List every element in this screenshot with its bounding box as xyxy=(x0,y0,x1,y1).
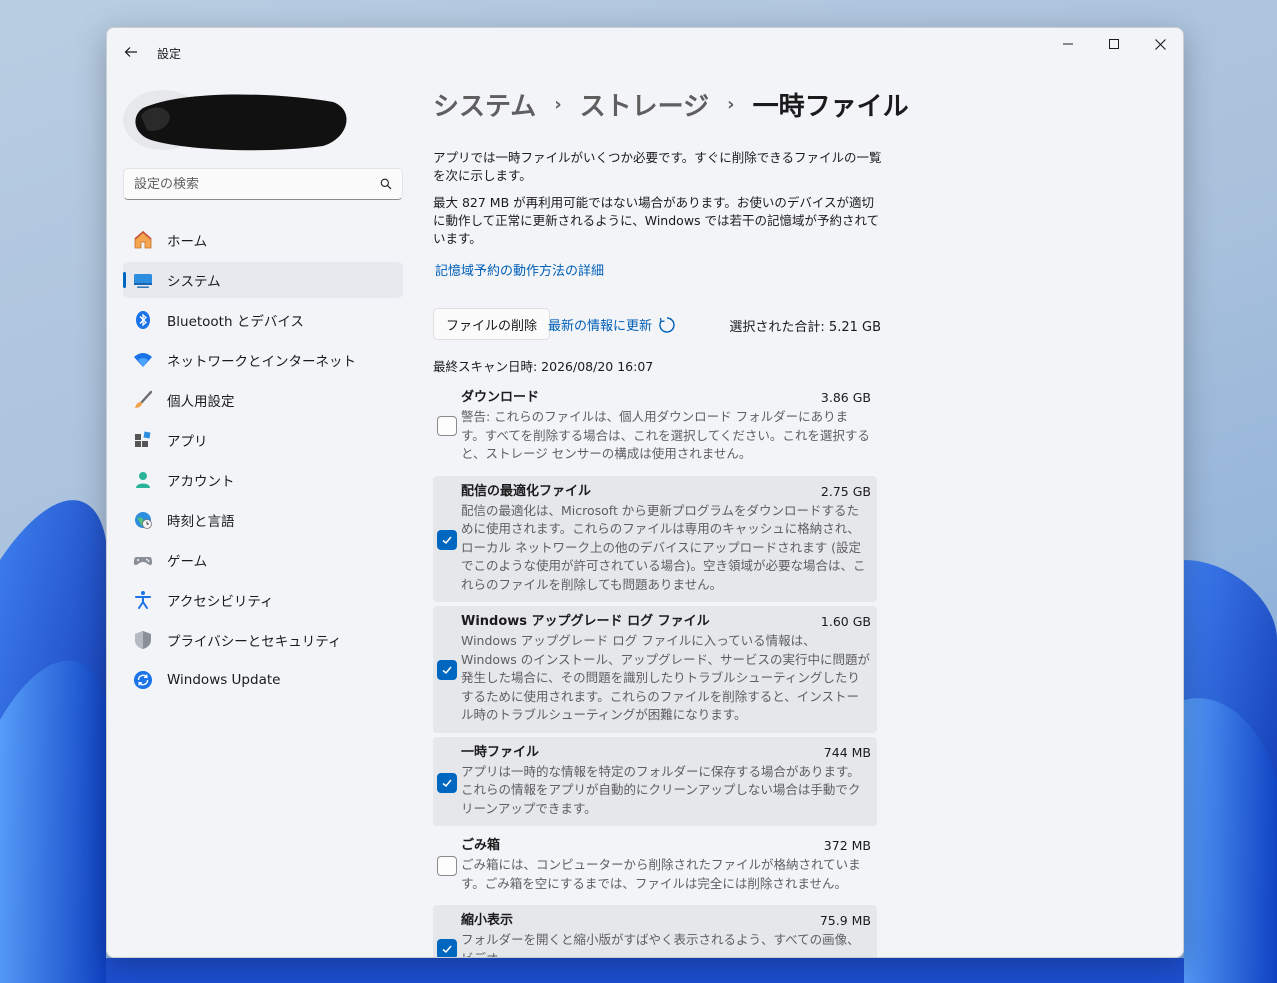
sidebar-item-gaming[interactable]: ゲーム xyxy=(123,542,403,578)
item-size: 75.9 MB xyxy=(819,913,871,928)
list-item-downloads[interactable]: ダウンロード 3.86 GB 警告: これらのファイルは、個人用ダウンロード フ… xyxy=(433,382,877,472)
bluetooth-icon xyxy=(133,310,153,330)
settings-window: 設定 ホーム xyxy=(106,27,1184,958)
search-icon xyxy=(380,178,392,190)
page-title: 一時ファイル xyxy=(752,92,909,122)
sidebar-item-windows-update[interactable]: Windows Update xyxy=(123,662,403,698)
sidebar-item-label: ゲーム xyxy=(167,554,208,570)
sidebar-item-label: 個人用設定 xyxy=(167,394,235,410)
sidebar-item-label: Bluetooth とデバイス xyxy=(167,314,304,330)
sidebar-item-label: アプリ xyxy=(167,434,208,450)
globe-clock-icon xyxy=(133,510,153,530)
item-name: 縮小表示 xyxy=(461,913,514,928)
item-size: 372 MB xyxy=(823,838,871,853)
list-item-delivery-optimization[interactable]: 配信の最適化ファイル 2.75 GB 配信の最適化は、Microsoft から更… xyxy=(433,475,877,602)
update-icon xyxy=(133,670,153,690)
list-item-upgrade-logs[interactable]: Windows アップグレード ログ ファイル 1.60 GB Windows … xyxy=(433,606,877,733)
apps-icon xyxy=(133,430,153,450)
sidebar-item-label: プライバシーとセキュリティ xyxy=(167,634,342,650)
checkmark-icon xyxy=(442,666,452,675)
reserved-storage-text: 最大 827 MB が再利用可能ではない場合があります。お使いのデバイスが適切に… xyxy=(433,195,880,246)
item-description: 配信の最適化は、Microsoft から更新プログラムをダウンロードするために使… xyxy=(461,502,866,592)
reserved-storage-link[interactable]: 記憶域予約の動作方法の詳細 xyxy=(435,260,604,279)
main-content: システム › ストレージ › 一時ファイル アプリでは一時ファイルがいくつか必要… xyxy=(433,28,1173,957)
sidebar-item-privacy[interactable]: プライバシーとセキュリティ xyxy=(123,622,403,658)
sidebar-item-label: ホーム xyxy=(167,234,208,250)
sidebar-item-label: システム xyxy=(167,274,221,290)
chevron-right-icon: › xyxy=(727,94,735,115)
sidebar-item-time-language[interactable]: 時刻と言語 xyxy=(123,502,403,538)
wifi-icon xyxy=(133,350,153,370)
home-icon xyxy=(133,230,153,250)
search-box[interactable] xyxy=(123,168,403,200)
item-size: 744 MB xyxy=(823,744,871,760)
account-avatar-redacted[interactable] xyxy=(123,88,351,152)
sidebar-item-apps[interactable]: アプリ xyxy=(123,422,403,458)
breadcrumb-storage[interactable]: ストレージ xyxy=(580,86,709,123)
recycle-bin-checkbox[interactable] xyxy=(437,856,457,876)
refresh-button[interactable]: 最新の情報に更新 xyxy=(548,315,676,334)
sidebar-item-accounts[interactable]: アカウント xyxy=(123,462,403,498)
sidebar-item-label: ネットワークとインターネット xyxy=(167,354,356,370)
breadcrumb-system[interactable]: システム xyxy=(433,86,536,123)
item-name: Windows アップグレード ログ ファイル xyxy=(461,614,710,629)
search-input[interactable] xyxy=(134,176,380,192)
item-name: ダウンロード xyxy=(461,390,540,405)
sidebar-item-system[interactable]: システム xyxy=(123,262,403,298)
item-name: 一時ファイル xyxy=(461,744,540,760)
thumbnails-checkbox[interactable] xyxy=(437,939,457,957)
sidebar-item-label: アクセシビリティ xyxy=(167,594,274,610)
breadcrumb: システム › ストレージ › 一時ファイル xyxy=(433,86,909,123)
sidebar-item-accessibility[interactable]: アクセシビリティ xyxy=(123,582,403,618)
action-toolbar: ファイルの削除 最新の情報に更新 選択された合計: 5.21 GB xyxy=(433,308,881,340)
delivery-optimization-checkbox[interactable] xyxy=(437,529,457,550)
item-description: ごみ箱には、コンピューターから削除されたファイルが格納されています。ごみ箱を空に… xyxy=(461,857,861,891)
refresh-label: 最新の情報に更新 xyxy=(548,319,653,334)
sidebar-nav: ホーム システム Bluetooth とデバイス ネットワークとインターネット … xyxy=(123,222,403,702)
temp-files-list: ダウンロード 3.86 GB 警告: これらのファイルは、個人用ダウンロード フ… xyxy=(433,382,877,958)
sidebar-item-home[interactable]: ホーム xyxy=(123,222,403,258)
gamepad-icon xyxy=(133,550,153,570)
item-name: 配信の最適化ファイル xyxy=(461,483,592,499)
account-icon xyxy=(133,470,153,490)
list-item-recycle-bin[interactable]: ごみ箱 372 MB ごみ箱には、コンピューターから削除されたファイルが格納され… xyxy=(433,830,877,901)
sidebar-item-label: アカウント xyxy=(167,474,235,490)
checkmark-icon xyxy=(442,536,452,544)
item-description: フォルダーを開くと縮小版がすばやく表示されるよう、すべての画像、ビデオ、 xyxy=(461,932,860,958)
temporary-files-checkbox[interactable] xyxy=(437,772,457,793)
selected-total: 選択された合計: 5.21 GB xyxy=(729,320,881,335)
item-size: 3.86 GB xyxy=(820,390,871,405)
downloads-checkbox[interactable] xyxy=(437,416,457,436)
item-size: 1.60 GB xyxy=(820,614,871,629)
item-description: アプリは一時的な情報を特定のフォルダーに保存する場合があります。これらの情報をア… xyxy=(461,763,861,816)
shield-icon xyxy=(133,630,153,650)
sidebar-item-personalization[interactable]: 個人用設定 xyxy=(123,382,403,418)
sidebar-item-label: 時刻と言語 xyxy=(167,514,235,530)
refresh-icon xyxy=(659,316,675,333)
brush-icon xyxy=(133,390,153,410)
list-item-thumbnails[interactable]: 縮小表示 75.9 MB フォルダーを開くと縮小版がすばやく表示されるよう、すべ… xyxy=(433,905,877,958)
item-description: 警告: これらのファイルは、個人用ダウンロード フォルダーにあります。すべてを削… xyxy=(461,409,870,461)
system-icon xyxy=(133,270,153,290)
list-item-temporary-files[interactable]: 一時ファイル 744 MB アプリは一時的な情報を特定のフォルダーに保存する場合… xyxy=(433,736,877,826)
sidebar-item-bluetooth[interactable]: Bluetooth とデバイス xyxy=(123,302,403,338)
back-arrow-icon xyxy=(124,47,137,57)
description-text: アプリでは一時ファイルがいくつか必要です。すぐに削除できるファイルの一覧を次に示… xyxy=(433,150,882,183)
accessibility-icon xyxy=(133,590,153,610)
app-title: 設定 xyxy=(157,47,182,61)
upgrade-logs-checkbox[interactable] xyxy=(437,660,457,680)
chevron-right-icon: › xyxy=(554,94,562,115)
item-name: ごみ箱 xyxy=(461,838,501,853)
delete-files-button[interactable]: ファイルの削除 xyxy=(433,308,551,340)
item-description: Windows アップグレード ログ ファイルに入っている情報は、Windows… xyxy=(461,633,871,722)
last-scan-time: 最終スキャン日時: 2026/08/20 16:07 xyxy=(433,359,654,374)
checkmark-icon xyxy=(442,779,452,787)
item-size: 2.75 GB xyxy=(820,483,871,499)
sidebar-item-network[interactable]: ネットワークとインターネット xyxy=(123,342,403,378)
back-button[interactable] xyxy=(119,40,143,64)
checkmark-icon xyxy=(442,945,452,954)
sidebar-item-label: Windows Update xyxy=(167,672,281,688)
